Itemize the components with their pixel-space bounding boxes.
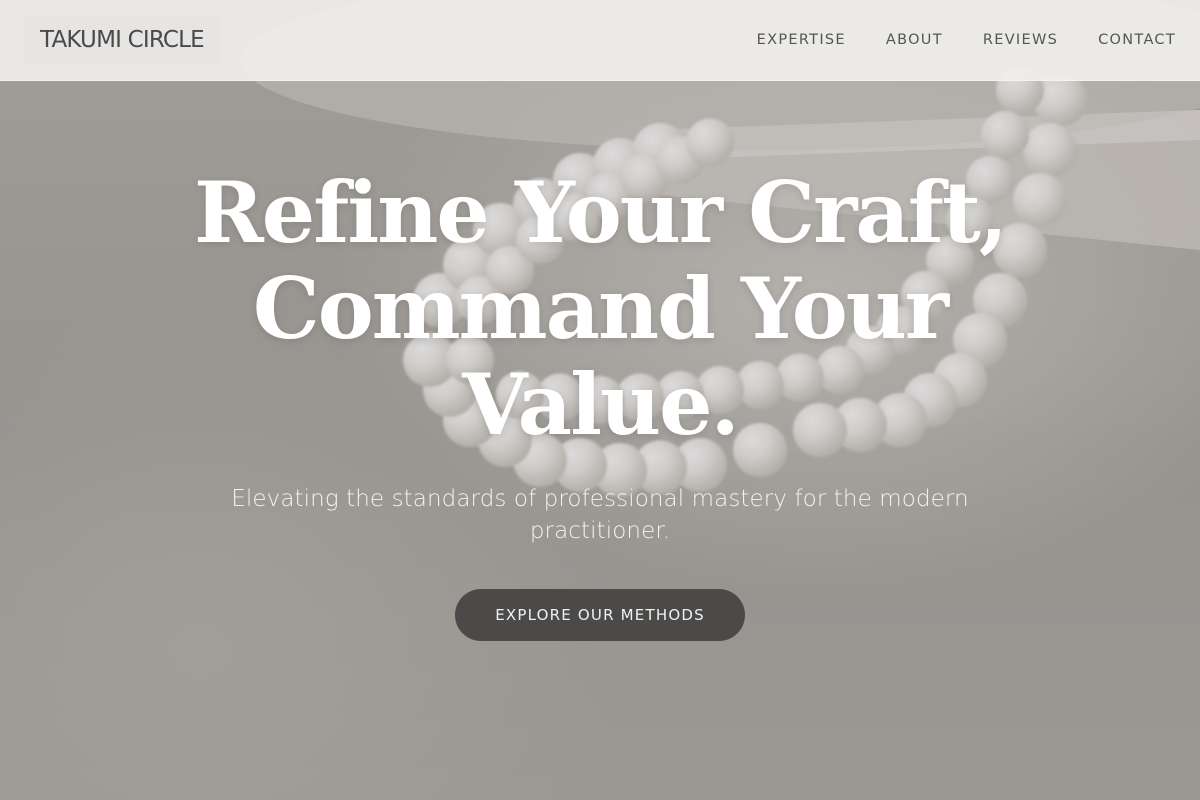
top-navigation: TAKUMI CIRCLE EXPERTISE ABOUT REVIEWS CO… bbox=[0, 0, 1200, 81]
nav-link-contact[interactable]: CONTACT bbox=[1098, 32, 1176, 48]
nav-link-about[interactable]: ABOUT bbox=[886, 32, 943, 48]
hero-section: TAKUMI CIRCLE EXPERTISE ABOUT REVIEWS CO… bbox=[0, 0, 1200, 800]
nav-link-reviews[interactable]: REVIEWS bbox=[983, 32, 1058, 48]
headline-line: Command Your bbox=[252, 259, 949, 358]
headline-line: Refine Your Craft, bbox=[193, 163, 1008, 262]
headline-line: Value. bbox=[462, 355, 740, 454]
nav-link-expertise[interactable]: EXPERTISE bbox=[757, 32, 846, 48]
nav-links: EXPERTISE ABOUT REVIEWS CONTACT bbox=[757, 32, 1176, 48]
hero-subtitle: Elevating the standards of professional … bbox=[210, 483, 990, 547]
explore-methods-button[interactable]: EXPLORE OUR METHODS bbox=[455, 589, 745, 641]
subtitle-line: practitioner. bbox=[529, 518, 671, 544]
hero-headline: Refine Your Craft, Command Your Value. bbox=[170, 165, 1030, 453]
site-logo[interactable]: TAKUMI CIRCLE bbox=[24, 16, 220, 64]
hero-content: Refine Your Craft, Command Your Value. E… bbox=[0, 165, 1200, 641]
subtitle-line: Elevating the standards of professional … bbox=[231, 486, 969, 512]
